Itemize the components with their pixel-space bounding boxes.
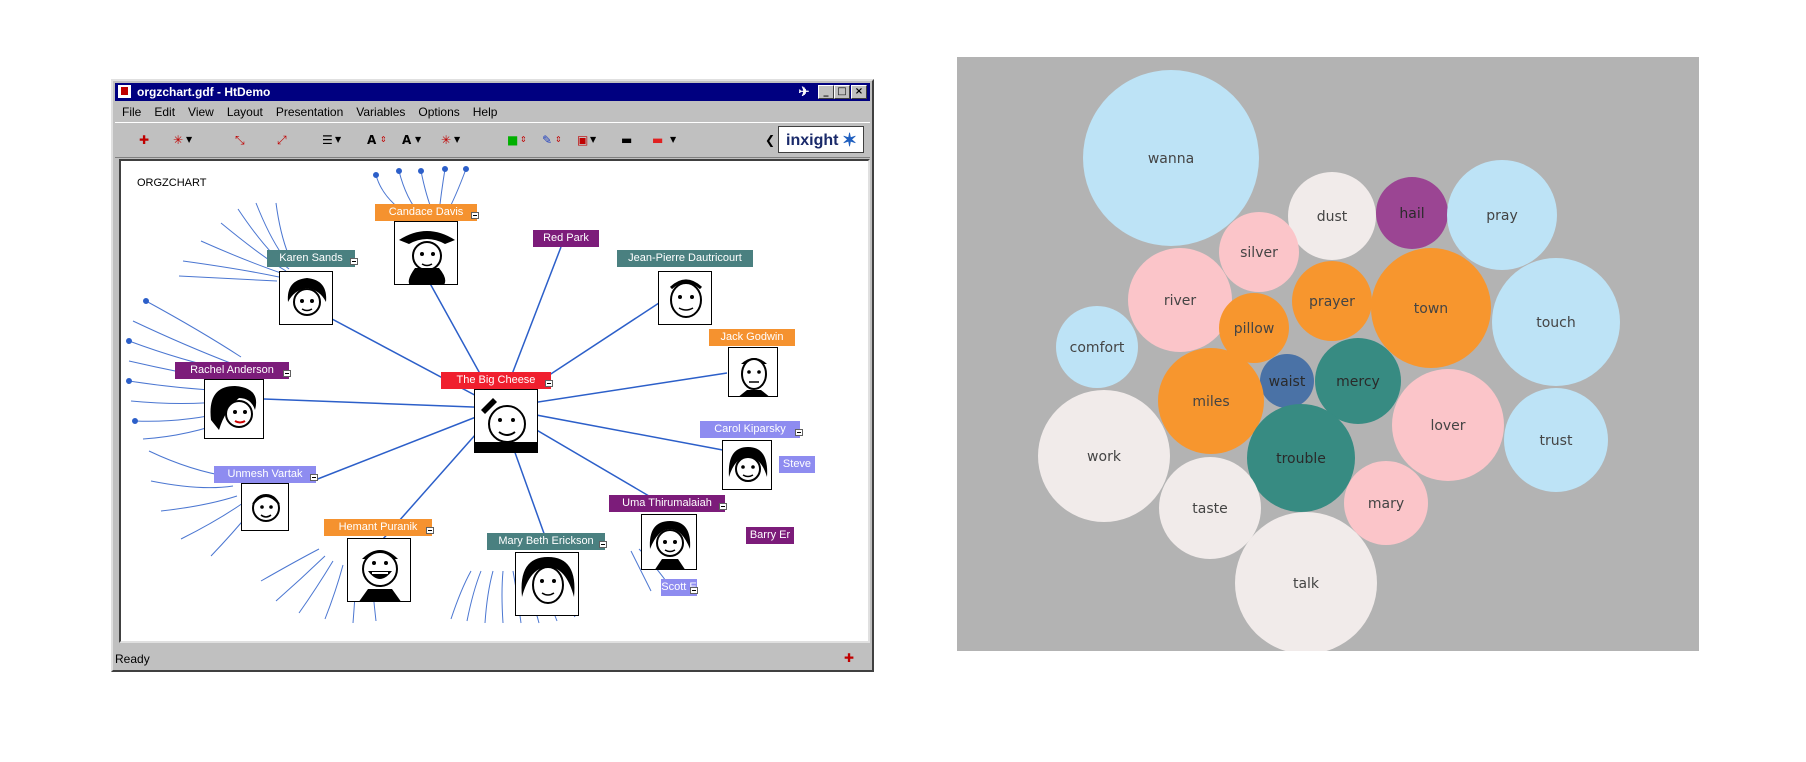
bubble-label-trust: trust [1540,433,1573,449]
line-width-icon[interactable]: ▬ [619,132,641,148]
graph-canvas[interactable]: ORGZCHART The Big Cheese Candace Davis R… [119,159,870,643]
bubble-label-miles: miles [1192,394,1229,410]
node-face-rachel-anderson[interactable] [204,379,264,439]
menu-view[interactable]: View [181,102,220,119]
font-size-icon[interactable]: A ⇕ [365,132,387,148]
menu-help[interactable]: Help [466,102,504,119]
node-face-uma-thirumalaiah[interactable] [641,514,697,570]
bubble-chart: wanna dust hail pray silver river prayer town to… [957,57,1699,654]
bubble-label-silver: silver [1240,245,1278,261]
inxight-logo: inxight ✶ [778,126,864,153]
node-face-candace-davis[interactable] [394,221,458,285]
bubble-label-trouble: trouble [1276,451,1326,467]
bubble-label-pray: pray [1486,208,1518,224]
node-label-jean-pierre[interactable]: Jean-Pierre Dautricourt [617,250,753,267]
node-color-icon[interactable]: ✳ ▼ [439,132,461,148]
bubble-label-mary: mary [1368,496,1404,512]
bubble-label-dust: dust [1317,209,1348,225]
logo-star-icon: ✶ [842,130,858,150]
collapse-icon[interactable] [426,527,434,534]
menu-presentation[interactable]: Presentation [269,102,349,119]
bubble-label-work: work [1087,449,1122,465]
box-tool-icon[interactable]: ■ ⇕ [505,132,527,148]
bubble-label-mercy: mercy [1336,374,1380,390]
menu-variables[interactable]: Variables [349,102,411,119]
collapse-icon[interactable] [795,429,803,436]
window-title: orgzchart.gdf - HtDemo [137,85,271,99]
bubble-label-hail: hail [1399,206,1424,222]
node-label-carol-kiparsky[interactable]: Carol Kiparsky [700,421,800,438]
node-face-jean-pierre[interactable] [658,271,712,325]
node-label-rachel-anderson[interactable]: Rachel Anderson [175,362,289,379]
align-tool-icon[interactable]: ☰ ▼ [320,132,342,148]
bubble-label-taste: taste [1192,501,1227,517]
status-text: Ready [115,652,150,666]
bubble-label-river: river [1164,293,1197,309]
menu-file[interactable]: File [115,102,147,119]
bubble-label-wanna: wanna [1148,151,1194,167]
node-label-mary-beth-erickson[interactable]: Mary Beth Erickson [487,533,605,550]
menu-options[interactable]: Options [411,102,465,119]
bubble-label-prayer: prayer [1309,294,1355,310]
title-bar: orgzchart.gdf - HtDemo ✈ _ □ × [115,83,870,101]
bubble-label-comfort: comfort [1070,340,1125,356]
node-face-carol-kiparsky[interactable] [722,440,772,490]
menu-bar: File Edit View Layout Presentation Variables O… [115,102,870,121]
toolbar: ✚ ✳ ▼ ⤡ ⤢ ☰ ▼ A ⇕ A ▼ ✳ ▼ ■ ⇕ ✎ ⇕ ▣ ▼ ▬ ▬ ▼ ❮ inx… [115,122,870,158]
canvas-title: ORGZCHART [137,177,207,189]
bubble-label-touch: touch [1536,315,1576,331]
collapse-icon[interactable] [283,370,291,377]
node-label-red-park[interactable]: Red Park [533,230,599,247]
node-label-hemant-puranik[interactable]: Hemant Puranik [324,519,432,536]
font-style-icon[interactable]: A ▼ [400,132,422,148]
pen-tool-icon[interactable]: ✎ ⇕ [540,132,562,148]
node-face-center[interactable] [474,389,538,453]
minimize-button[interactable]: _ [818,85,834,99]
star-tool-icon[interactable]: ✳ ▼ [171,132,193,148]
close-button[interactable]: × [851,85,867,99]
pin-icon[interactable]: ✈ [794,84,814,99]
node-face-jack-godwin[interactable] [728,347,778,397]
node-label-barry-er[interactable]: Barry Er [746,527,794,544]
bubble-label-waist: waist [1269,374,1306,390]
collapse-icon[interactable] [310,474,318,481]
line-color-icon[interactable]: ▬ ▼ [650,132,676,148]
menu-layout[interactable]: Layout [220,102,269,119]
bubble-label-pillow: pillow [1234,321,1275,337]
link-tool-icon[interactable]: ⤡ [233,132,255,148]
unlink-tool-icon[interactable]: ⤢ [275,132,297,148]
collapse-icon[interactable] [545,380,553,387]
node-label-karen-sands[interactable]: Karen Sands [267,250,355,267]
node-face-hemant-puranik[interactable] [347,538,411,602]
node-tool-icon[interactable]: ✚ [137,132,159,148]
app-icon [118,85,131,98]
maximize-button[interactable]: □ [834,85,850,99]
bubble-label-lover: lover [1430,418,1465,434]
node-face-karen-sands[interactable] [279,271,333,325]
node-label-jack-godwin[interactable]: Jack Godwin [709,329,795,346]
bubble-chart-svg: wanna dust hail pray silver river prayer town to… [1038,70,1620,654]
status-bar: Ready ✚ [115,649,870,669]
bubble-label-talk: talk [1293,576,1320,592]
collapse-icon[interactable] [471,212,479,219]
collapse-icon[interactable] [690,587,698,594]
collapse-icon[interactable] [599,541,607,548]
node-label-steve[interactable]: Steve [779,456,815,473]
menu-edit[interactable]: Edit [147,102,181,119]
node-label-unmesh-vartak[interactable]: Unmesh Vartak [214,466,316,483]
node-label-uma-thirumalaiah[interactable]: Uma Thirumalaiah [609,495,725,512]
node-label-candace-davis[interactable]: Candace Davis [375,204,477,221]
collapse-icon[interactable] [350,258,358,265]
node-face-unmesh-vartak[interactable] [241,483,289,531]
status-icon: ✚ [843,651,854,665]
node-face-mary-beth-erickson[interactable] [515,552,579,616]
frame-tool-icon[interactable]: ▣ ▼ [575,132,597,148]
bubble-label-town: town [1414,301,1448,317]
app-window: orgzchart.gdf - HtDemo ✈ _ □ × File Edit V… [111,79,874,672]
collapse-icon[interactable] [719,503,727,510]
node-label-center[interactable]: The Big Cheese [441,372,551,389]
